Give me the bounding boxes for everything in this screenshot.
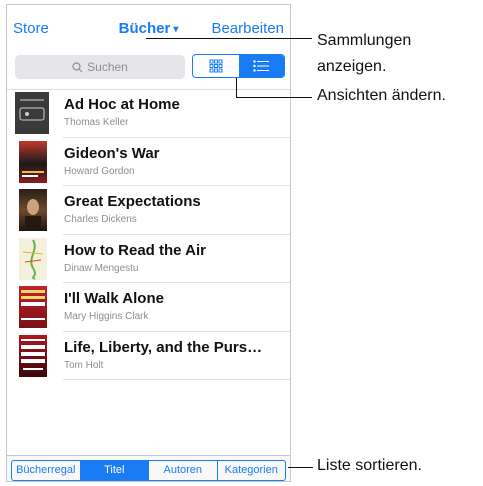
toolbar: Suchen <box>7 49 290 90</box>
book-author: Charles Dickens <box>64 214 137 225</box>
views-leader-stem <box>236 78 237 97</box>
book-author: Tom Holt <box>64 359 104 371</box>
view-toggle <box>192 54 285 78</box>
collections-callout-line2: anzeigen. <box>317 58 387 75</box>
grid-icon <box>209 59 223 73</box>
tab-authors[interactable]: Autoren <box>149 461 218 480</box>
book-title: Great Expectations <box>64 193 201 210</box>
book-cover <box>19 334 47 377</box>
book-list: Ad Hoc at Home Thomas Keller Gideon's Wa… <box>7 89 290 380</box>
sort-callout: Liste sortieren. <box>317 457 422 474</box>
sort-bar: Bücherregal Titel Autoren Kategorien <box>7 455 290 481</box>
views-callout: Ansichten ändern. <box>317 87 446 104</box>
book-author: Thomas Keller <box>64 117 129 128</box>
tab-bookshelf[interactable]: Bücherregal <box>12 461 81 480</box>
list-item[interactable]: How to Read the Air Dinaw Mengestu <box>7 235 290 284</box>
grid-view-button[interactable] <box>193 55 239 77</box>
book-title: I'll Walk Alone <box>64 290 164 307</box>
tab-title[interactable]: Titel <box>80 461 149 480</box>
sort-segmented-control: Bücherregal Titel Autoren Kategorien <box>11 460 286 481</box>
book-cover <box>15 92 49 134</box>
list-item[interactable]: Life, Liberty, and the Purs… Tom Holt <box>7 332 290 381</box>
tab-categories[interactable]: Kategorien <box>218 461 286 480</box>
collections-leader-line <box>146 38 312 39</box>
book-author: Dinaw Mengestu <box>64 262 139 274</box>
book-cover <box>19 237 47 280</box>
books-screen: Store Bücher ▾ Bearbeiten Suchen Ad Hoc … <box>6 4 291 482</box>
book-title: How to Read the Air <box>64 241 206 259</box>
search-placeholder: Suchen <box>87 60 128 74</box>
sort-leader-line <box>288 467 313 468</box>
list-item[interactable]: I'll Walk Alone Mary Higgins Clark <box>7 283 290 332</box>
list-item[interactable]: Great Expectations Charles Dickens <box>7 186 290 235</box>
list-icon <box>253 60 270 72</box>
list-view-button[interactable] <box>238 55 284 77</box>
collections-callout: Sammlungen anzeigen. <box>317 28 411 80</box>
search-icon <box>72 62 83 73</box>
book-author: Mary Higgins Clark <box>64 311 149 322</box>
list-item[interactable]: Gideon's War Howard Gordon <box>7 138 290 187</box>
book-title: Life, Liberty, and the Purs… <box>64 338 263 356</box>
book-author: Howard Gordon <box>64 165 135 177</box>
book-cover <box>19 286 47 328</box>
search-input[interactable]: Suchen <box>15 55 185 79</box>
nav-bar: Store Bücher ▾ Bearbeiten <box>7 5 290 49</box>
chevron-down-icon: ▾ <box>173 24 179 35</box>
collections-title: Bücher <box>118 20 171 37</box>
book-cover <box>19 189 47 231</box>
views-leader-line <box>236 97 312 98</box>
book-cover <box>19 140 47 183</box>
book-title: Gideon's War <box>64 144 160 162</box>
book-title: Ad Hoc at Home <box>64 96 180 113</box>
collections-callout-line1: Sammlungen <box>317 32 412 49</box>
edit-button[interactable]: Bearbeiten <box>211 20 284 37</box>
